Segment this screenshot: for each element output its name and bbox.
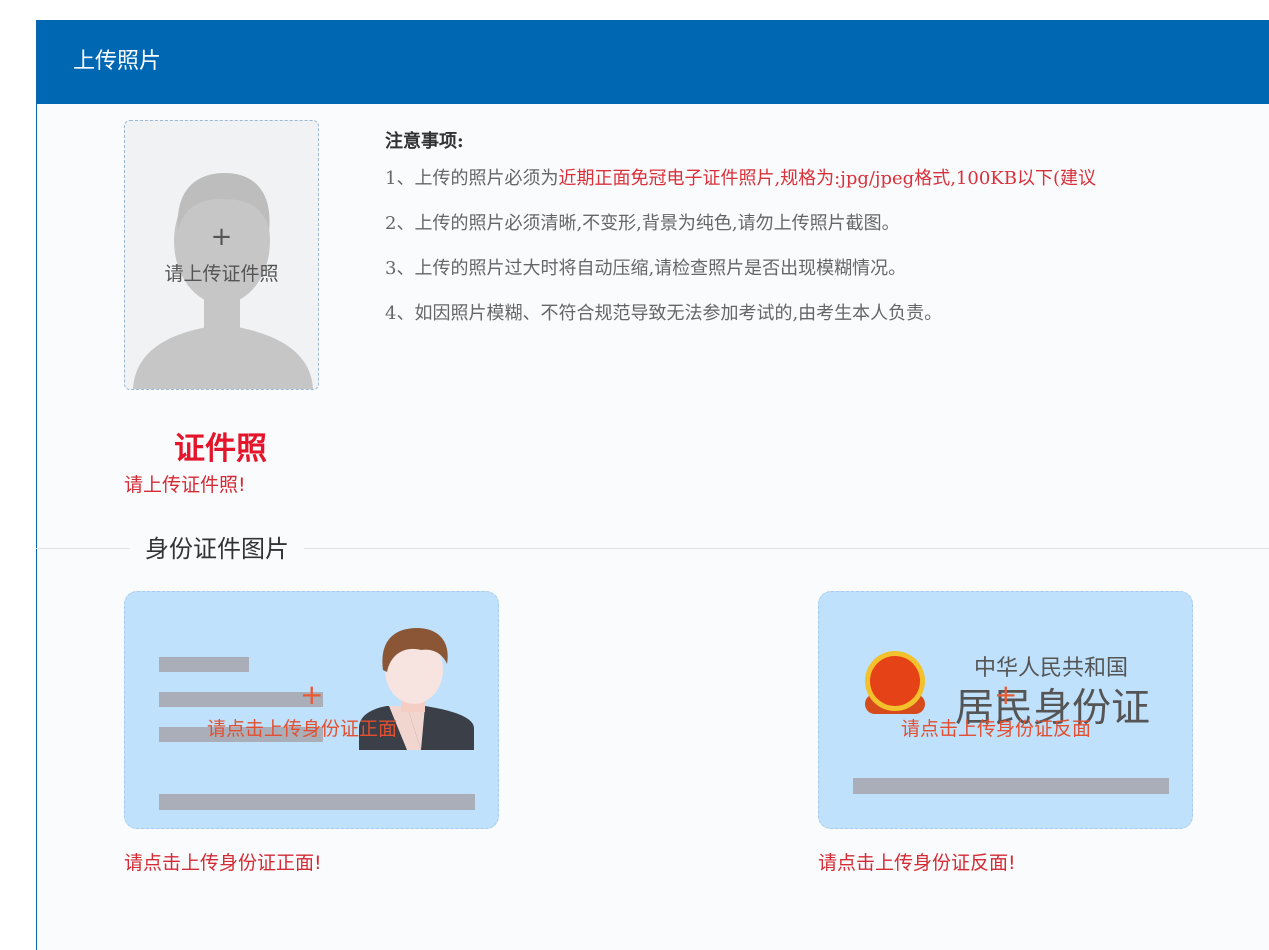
panel-header: 上传照片 <box>37 20 1269 104</box>
photo-upload-label: 请上传证件照 <box>164 263 279 285</box>
photo-plus-icon: + <box>210 222 233 252</box>
photo-error-message: 请上传证件照! <box>124 474 246 496</box>
notes-block: 注意事项: 1、上传的照片必须为近期正面免冠电子证件照片,规格为:jpg/jpe… <box>385 128 1245 336</box>
note-line-1-highlight: 近期正面免冠电子证件照片,规格为:jpg/jpeg格式,100KB以下(建议 <box>558 168 1096 189</box>
id-front-plus-icon: + <box>300 678 324 711</box>
panel-title: 上传照片 <box>73 49 162 74</box>
note-line-3: 3、上传的照片过大时将自动压缩,请检查照片是否出现模糊情况。 <box>385 258 907 279</box>
note-line-4: 4、如因照片模糊、不符合规范导致无法参加考试的,由考生本人负责。 <box>385 303 943 324</box>
id-front-upload-box[interactable]: + 请点击上传身份证正面 <box>124 591 499 829</box>
person-silhouette-icon <box>133 173 313 389</box>
id-back-upload-box[interactable]: 中华人民共和国 居民身份证 + 请点击上传身份证反面 <box>818 591 1193 829</box>
note-line-1: 1、上传的照片必须为近期正面免冠电子证件照片,规格为:jpg/jpeg格式,10… <box>385 156 1245 201</box>
id-front-upload-label: 请点击上传身份证正面 <box>207 718 398 740</box>
id-back-upload-label: 请点击上传身份证反面 <box>901 718 1092 740</box>
national-emblem-icon <box>865 651 925 714</box>
note-line-1-prefix: 1、上传的照片必须为 <box>385 168 559 189</box>
photo-upload-box[interactable]: + 请上传证件照 <box>124 120 319 390</box>
id-back-plus-icon: + <box>994 678 1018 711</box>
id-front-error-message: 请点击上传身份证正面! <box>124 852 322 874</box>
id-back-error-message: 请点击上传身份证反面! <box>818 852 1016 874</box>
photo-caption: 证件照 <box>174 431 267 467</box>
note-line-2: 2、上传的照片必须清晰,不变形,背景为纯色,请勿上传照片截图。 <box>385 213 900 234</box>
id-section-title: 身份证件图片 <box>130 532 304 566</box>
notes-title: 注意事项: <box>385 131 464 152</box>
